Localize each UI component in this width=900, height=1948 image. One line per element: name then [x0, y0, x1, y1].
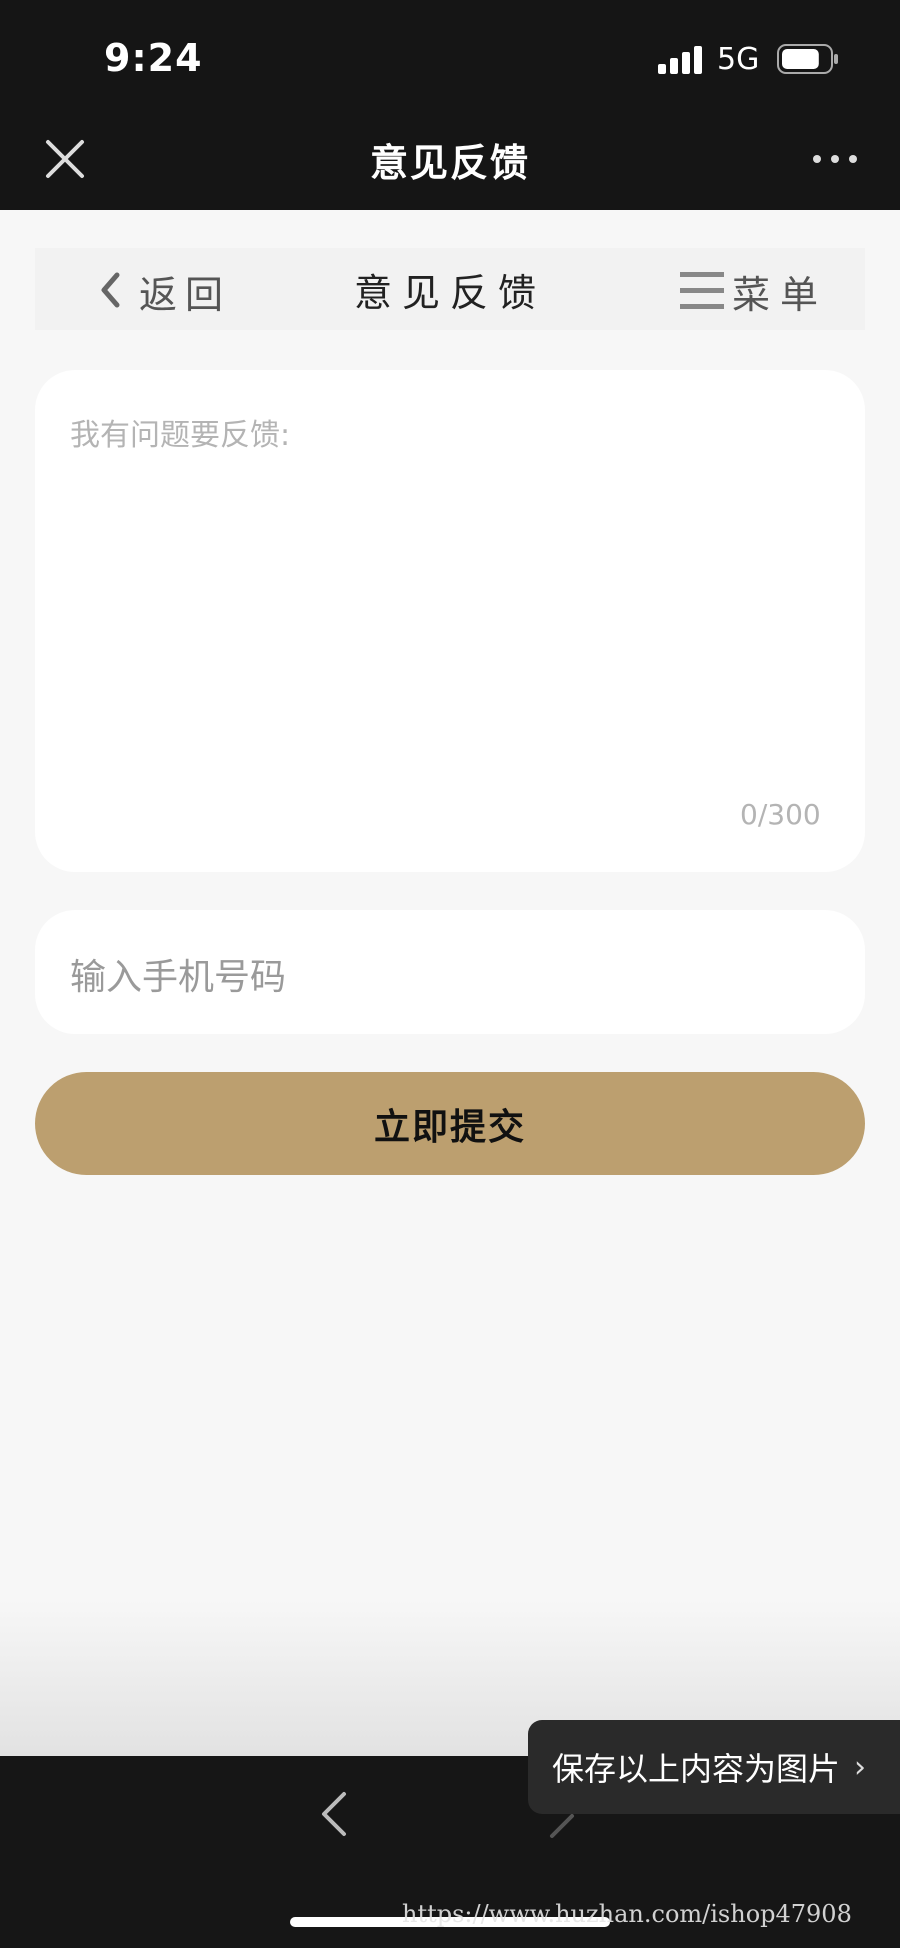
status-time: 9:24: [104, 36, 203, 80]
network-type: 5G: [717, 42, 760, 77]
submit-button[interactable]: 立即提交: [35, 1072, 865, 1175]
chevron-right-icon: ›: [854, 1749, 867, 1785]
char-counter: 0/300: [740, 798, 821, 831]
menu-icon[interactable]: [680, 270, 726, 310]
feedback-placeholder: 我有问题要反馈:: [70, 418, 291, 453]
save-as-image-label: 保存以上内容为图片: [552, 1750, 841, 1788]
battery-icon: [777, 44, 838, 74]
wechat-title: 意见反馈: [369, 141, 530, 185]
browser-back-icon[interactable]: [318, 1790, 348, 1838]
signal-icon: [658, 46, 702, 74]
phone-placeholder: 输入手机号码: [70, 957, 287, 998]
more-dots-icon[interactable]: [812, 150, 858, 168]
watermark-text: https://www.huzhan.com/ishop47908: [402, 1900, 852, 1928]
menu-button[interactable]: 菜单: [732, 264, 828, 319]
save-as-image-button[interactable]: 保存以上内容为图片 ›: [528, 1720, 900, 1814]
